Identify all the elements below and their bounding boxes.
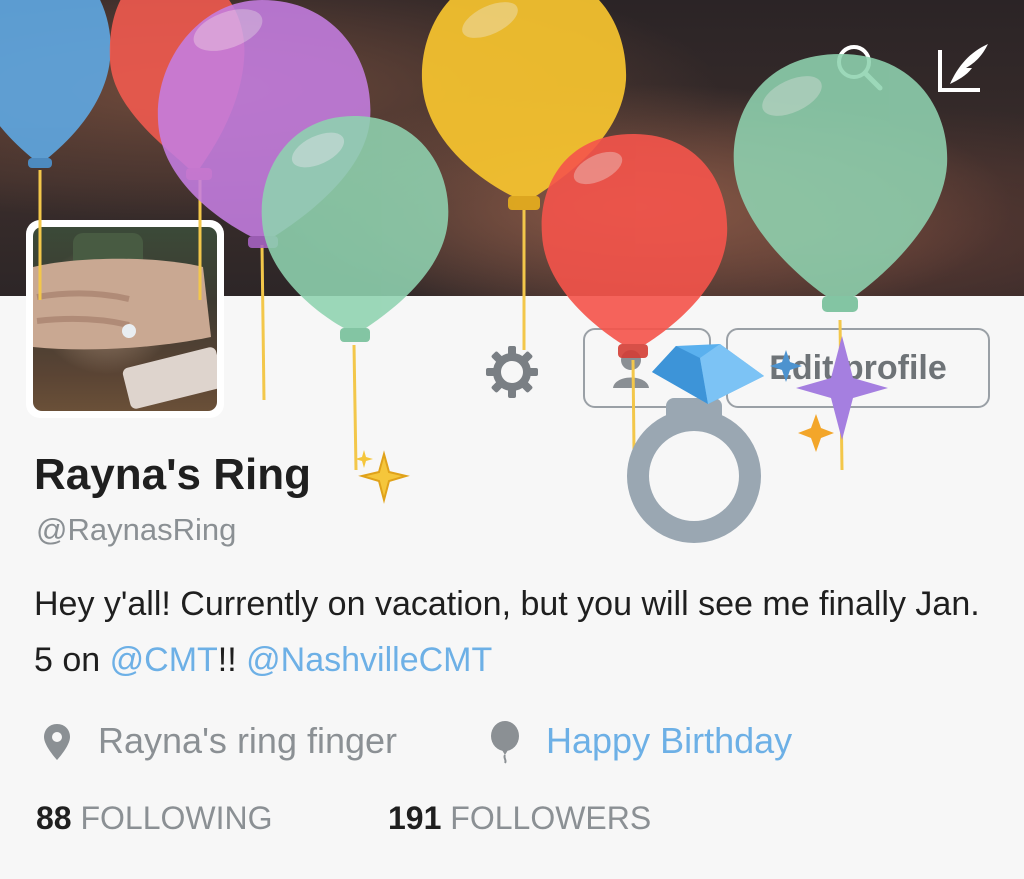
following-label: FOLLOWING: [80, 800, 273, 836]
gear-icon[interactable]: [484, 344, 540, 400]
bio-text: !!: [217, 641, 247, 679]
following-stat[interactable]: 88 FOLLOWING: [36, 800, 273, 837]
add-user-icon: [613, 350, 649, 388]
following-count: 88: [36, 800, 72, 836]
edit-profile-button[interactable]: Edit profile: [726, 328, 990, 408]
profile-bio: Hey y'all! Currently on vacation, but yo…: [34, 576, 994, 688]
sparkles-icon: [355, 450, 410, 504]
profile-name-text: Rayna's Ring: [34, 450, 311, 499]
avatar-image: [33, 227, 217, 411]
follow-button[interactable]: [583, 328, 711, 408]
location-pin-icon: [44, 724, 70, 760]
balloon-icon: [491, 721, 519, 764]
profile-name: Rayna's Ring: [34, 450, 311, 500]
mention-link-cmt[interactable]: @CMT: [110, 641, 218, 679]
profile-handle: @RaynasRing: [36, 512, 237, 547]
mention-link-nashvillecmt[interactable]: @NashvilleCMT: [246, 641, 492, 679]
compose-tweet-icon[interactable]: [936, 40, 992, 96]
followers-count: 191: [388, 800, 442, 836]
avatar[interactable]: [26, 220, 224, 418]
followers-stat[interactable]: 191 FOLLOWERS: [388, 800, 651, 837]
profile-location: Rayna's ring finger: [98, 720, 398, 761]
birthday-link[interactable]: Happy Birthday: [546, 720, 792, 762]
followers-label: FOLLOWERS: [450, 800, 652, 836]
search-icon[interactable]: [832, 40, 888, 96]
